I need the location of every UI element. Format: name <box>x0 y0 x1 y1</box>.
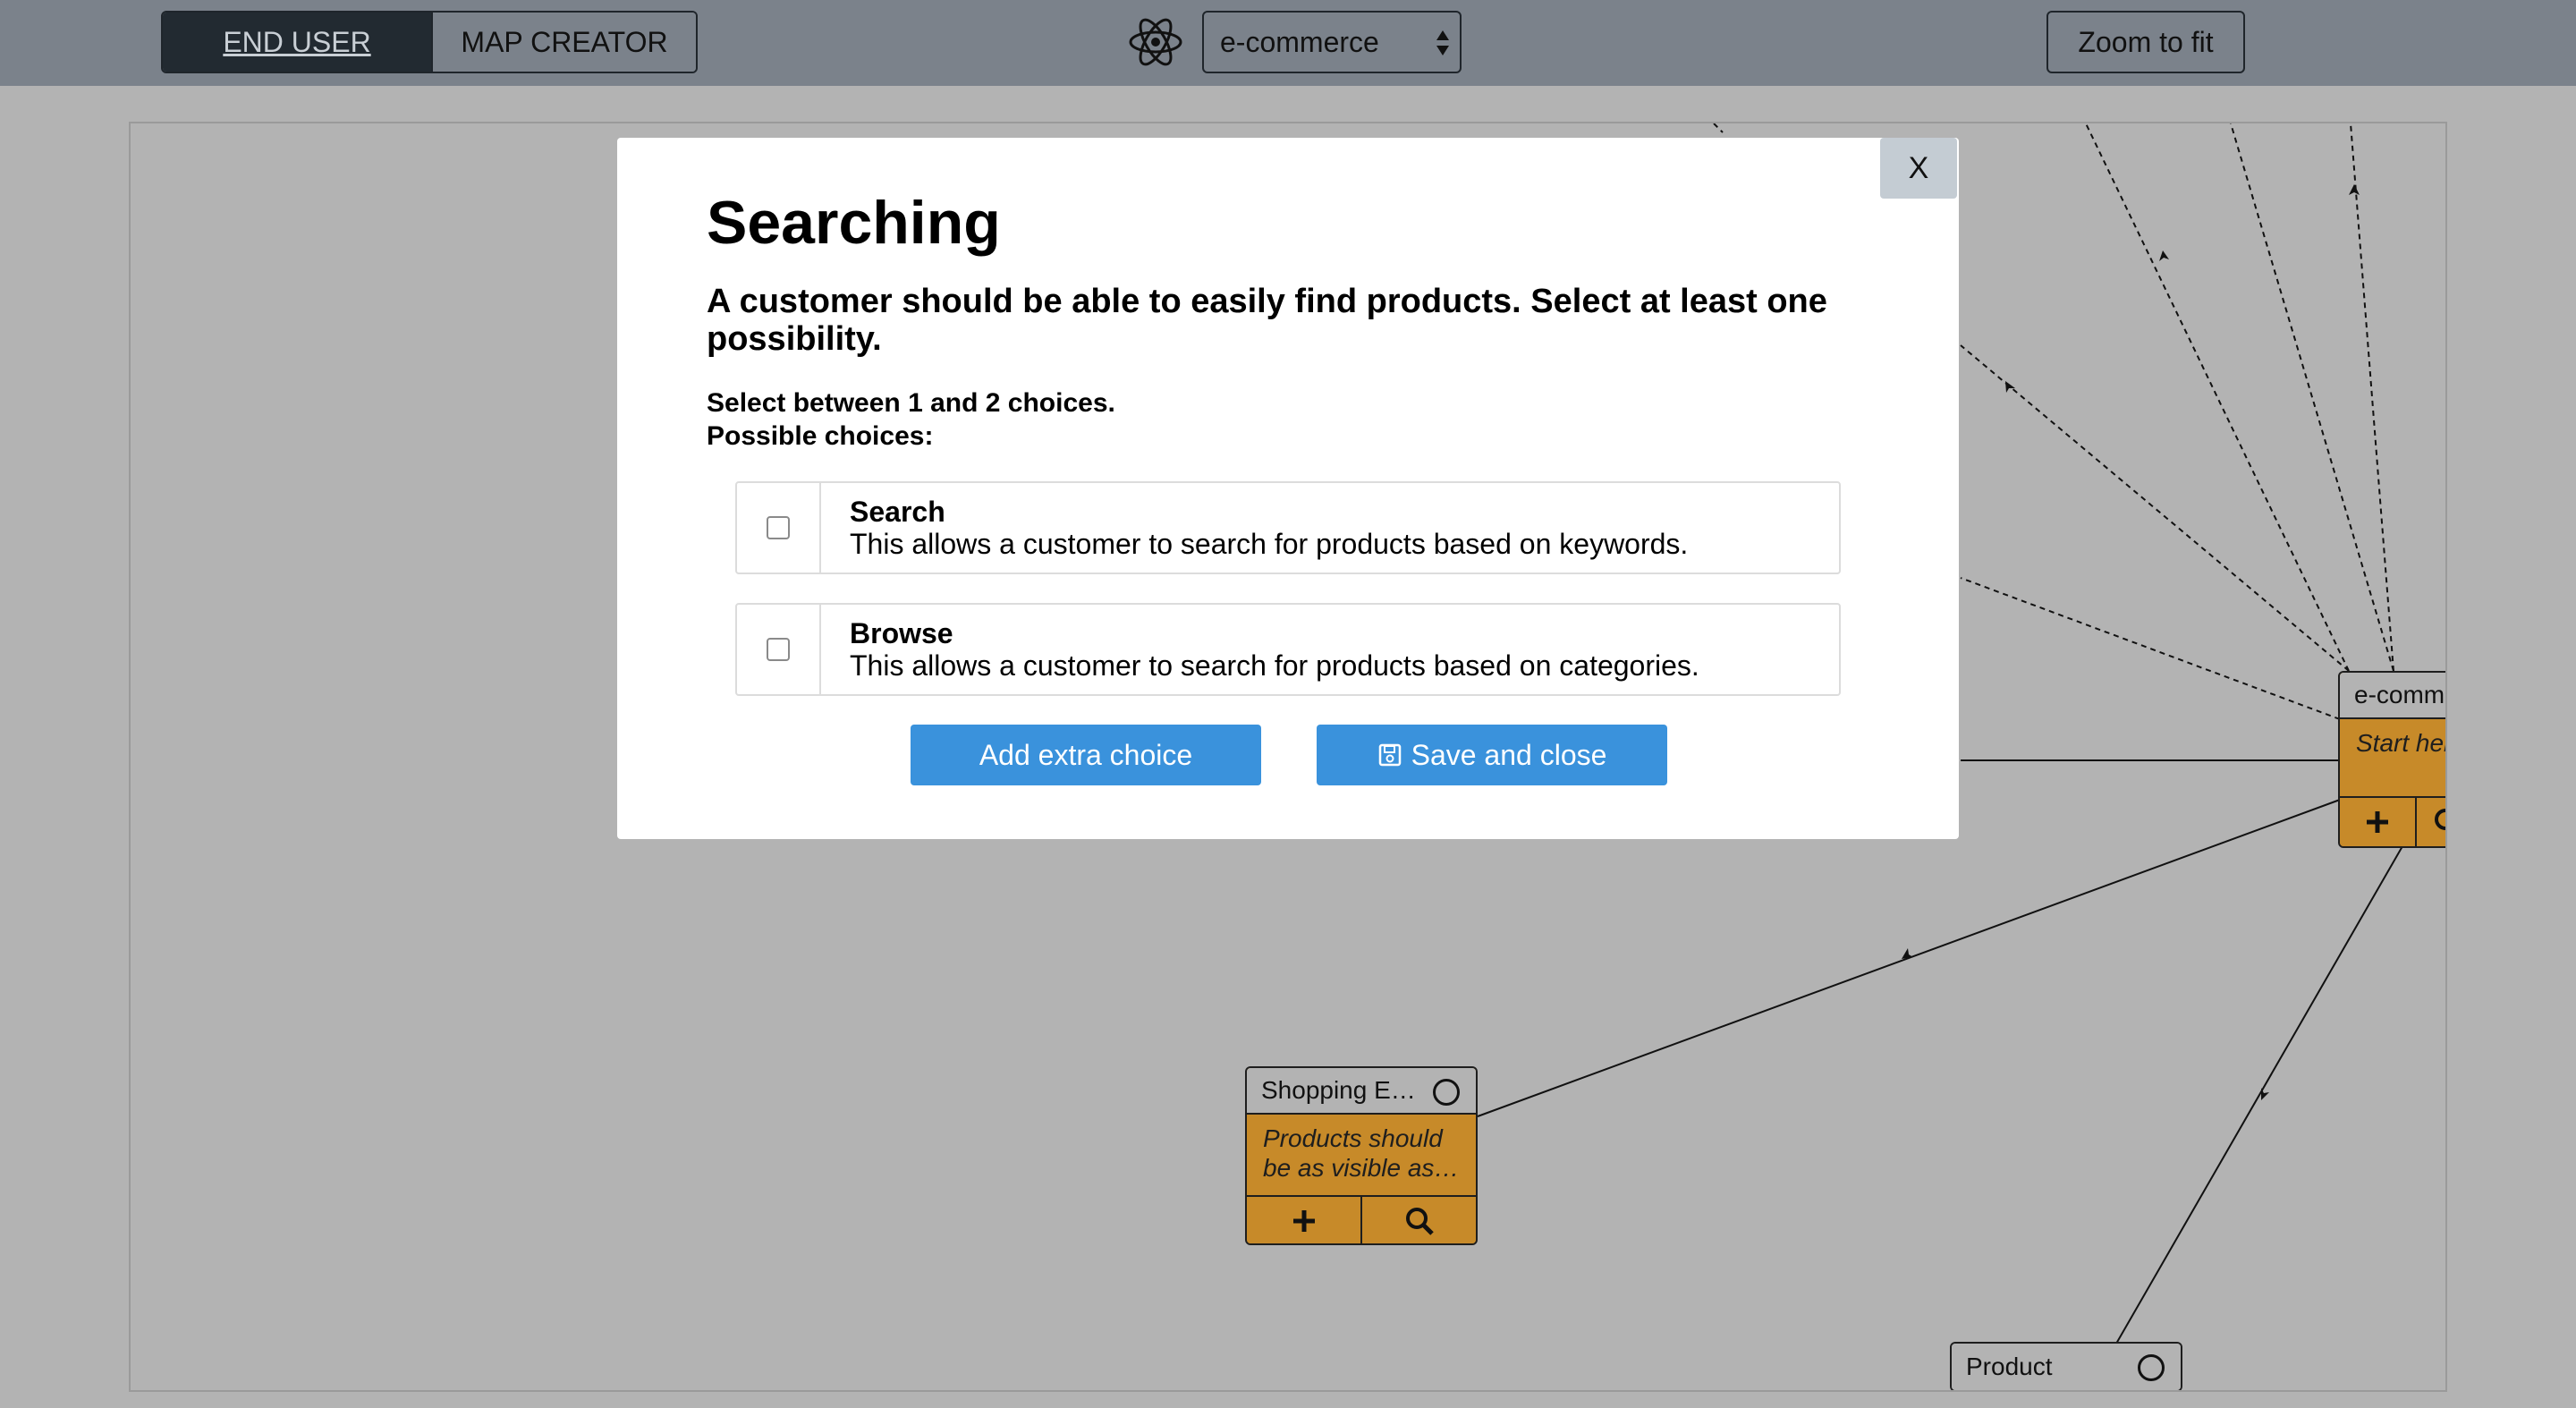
choice-checkbox-cell <box>737 605 821 694</box>
node-status-circle-icon[interactable] <box>1433 1079 1460 1106</box>
map-creator-mode-button[interactable]: MAP CREATOR <box>431 13 696 72</box>
top-toolbar: END USER MAP CREATOR e-commerce Zoom to … <box>0 0 2576 86</box>
node-description-line: Products should <box>1263 1124 1443 1152</box>
search-icon <box>1405 1208 1434 1235</box>
modal-title: Searching <box>707 189 1001 257</box>
add-extra-choice-label: Add extra choice <box>979 738 1193 771</box>
node-header: Shopping E… <box>1247 1068 1476 1115</box>
solid-edge <box>2115 845 2403 1344</box>
edge-arrowhead <box>1902 948 1913 959</box>
choice-constraint: Select between 1 and 2 choices. <box>707 388 1115 418</box>
edge-arrowhead <box>2349 184 2360 195</box>
search-icon <box>2435 809 2445 830</box>
project-select-value: e-commerce <box>1220 25 1379 58</box>
save-icon <box>1378 743 1401 767</box>
node-title: Shopping E… <box>1261 1076 1416 1104</box>
end-user-mode-button[interactable]: END USER <box>163 13 431 72</box>
inspect-button[interactable] <box>2415 798 2445 846</box>
add-child-button[interactable] <box>2340 798 2415 846</box>
node-product[interactable]: Product <box>1950 1342 2182 1390</box>
project-select[interactable]: e-commerce <box>1202 11 1462 73</box>
choice-text: Browse This allows a customer to search … <box>821 605 1699 694</box>
choice-name: Browse <box>850 617 953 649</box>
close-button[interactable]: X <box>1880 138 1957 199</box>
choice-name: Search <box>850 496 945 528</box>
react-atom-icon <box>1129 18 1182 66</box>
node-actions <box>1247 1195 1476 1243</box>
select-arrows-icon <box>1436 30 1449 55</box>
edge-arrowhead <box>2159 250 2169 261</box>
node-description: Products should be as visible as… <box>1247 1115 1476 1195</box>
dashed-edge <box>1960 344 2350 672</box>
dashed-edge <box>2230 123 2394 672</box>
modal-meta: Select between 1 and 2 choices. Possible… <box>707 386 1115 453</box>
node-header: Product <box>1952 1344 2181 1390</box>
node-ecommerce[interactable]: e-comm Start her <box>2338 671 2445 848</box>
dashed-edge <box>2085 123 2350 672</box>
save-and-close-label: Save and close <box>1411 738 1607 771</box>
dashed-edge <box>2350 123 2394 672</box>
add-extra-choice-button[interactable]: Add extra choice <box>911 725 1261 785</box>
plus-icon <box>1292 1210 1315 1232</box>
choice-description: This allows a customer to search for pro… <box>850 649 1699 682</box>
choice-text: Search This allows a customer to search … <box>821 483 1688 573</box>
zoom-to-fit-button[interactable]: Zoom to fit <box>2046 11 2245 73</box>
dashed-edge <box>1960 577 2341 720</box>
inspect-button[interactable] <box>1360 1197 1476 1243</box>
choice-search[interactable]: Search This allows a customer to search … <box>735 481 1841 574</box>
save-and-close-button[interactable]: Save and close <box>1317 725 1667 785</box>
choice-description: This allows a customer to search for pro… <box>850 528 1689 560</box>
node-description-line: be as visible as… <box>1263 1154 1460 1182</box>
choice-checkbox[interactable] <box>767 638 790 661</box>
add-child-button[interactable] <box>1247 1197 1360 1243</box>
node-shopping-experience[interactable]: Shopping E… Products should be as visibl… <box>1245 1066 1478 1245</box>
node-title: Product <box>1966 1353 2053 1380</box>
plus-icon <box>2367 811 2388 833</box>
mode-toggle: END USER MAP CREATOR <box>161 11 698 73</box>
choice-browse[interactable]: Browse This allows a customer to search … <box>735 603 1841 696</box>
choice-checkbox-cell <box>737 483 821 573</box>
dashed-edge <box>1713 123 1724 133</box>
choice-modal: X Searching A customer should be able to… <box>617 138 1959 839</box>
modal-description: A customer should be able to easily find… <box>707 283 1827 358</box>
choices-label: Possible choices: <box>707 421 934 451</box>
node-description: Start her <box>2340 719 2445 796</box>
node-status-circle-icon[interactable] <box>2138 1354 2165 1381</box>
choice-checkbox[interactable] <box>767 516 790 539</box>
node-title: e-comm <box>2340 673 2445 719</box>
solid-edge <box>1477 799 2341 1117</box>
node-actions <box>2340 796 2445 846</box>
